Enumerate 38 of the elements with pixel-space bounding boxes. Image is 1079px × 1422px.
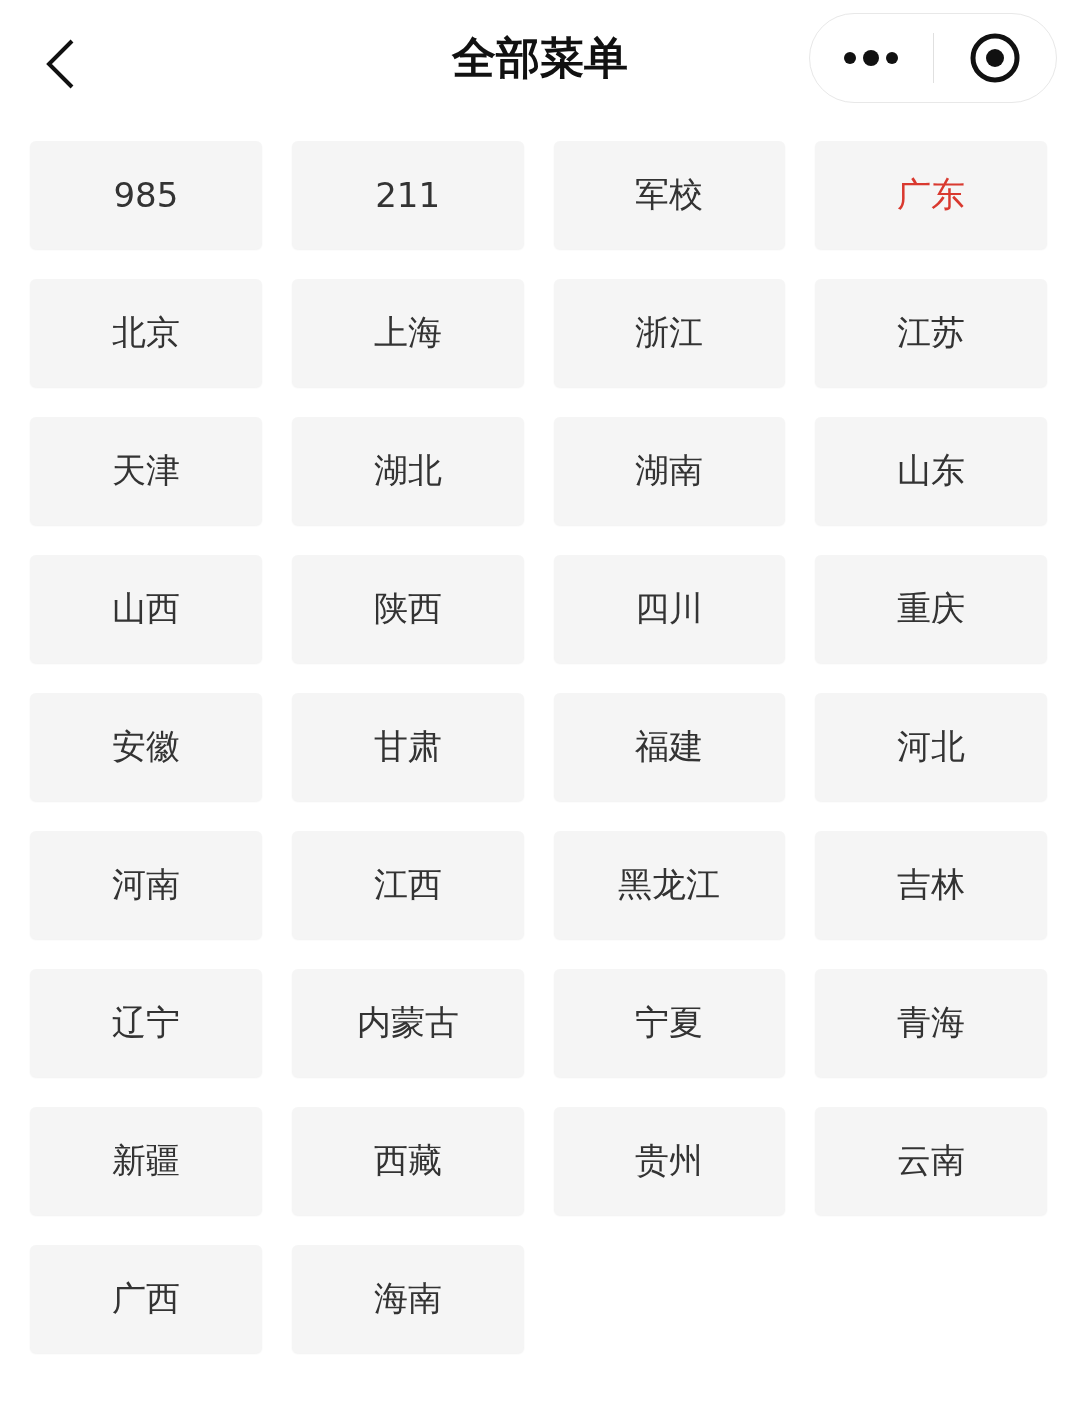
menu-item[interactable]: 宁夏 <box>553 969 786 1077</box>
menu-item[interactable]: 山东 <box>815 417 1047 525</box>
menu-item[interactable]: 福建 <box>553 693 786 801</box>
more-icon <box>843 48 900 68</box>
menu-item[interactable]: 吉林 <box>815 831 1047 939</box>
page-title: 全部菜单 <box>451 30 628 85</box>
menu-item[interactable]: 甘肃 <box>291 693 524 801</box>
menu-item[interactable]: 安徽 <box>30 693 262 801</box>
menu-item[interactable]: 湖南 <box>553 417 786 525</box>
menu-item[interactable]: 海南 <box>291 1245 524 1353</box>
menu-item[interactable]: 浙江 <box>553 279 786 387</box>
menu-item[interactable]: 江苏 <box>815 279 1047 387</box>
menu-item[interactable]: 西藏 <box>291 1107 524 1215</box>
menu-item[interactable]: 河北 <box>815 693 1047 801</box>
menu-item[interactable]: 四川 <box>553 555 786 663</box>
menu-item[interactable]: 军校 <box>553 141 786 249</box>
target-icon <box>968 32 1021 84</box>
menu-item[interactable]: 新疆 <box>30 1107 262 1215</box>
back-icon[interactable] <box>44 38 76 90</box>
menu-item[interactable]: 广西 <box>30 1245 262 1353</box>
menu-item[interactable]: 重庆 <box>815 555 1047 663</box>
menu-item[interactable]: 河南 <box>30 831 262 939</box>
menu-item[interactable]: 陕西 <box>291 555 524 663</box>
menu-item[interactable]: 北京 <box>30 279 262 387</box>
menu-item[interactable]: 黑龙江 <box>553 831 786 939</box>
menu-item[interactable]: 内蒙古 <box>291 969 524 1077</box>
menu-item[interactable]: 上海 <box>291 279 524 387</box>
menu-item[interactable]: 天津 <box>30 417 262 525</box>
menu-item[interactable]: 青海 <box>815 969 1047 1077</box>
menu-item[interactable]: 云南 <box>815 1107 1047 1215</box>
menu-item[interactable]: 江西 <box>291 831 524 939</box>
menu-item[interactable]: 211 <box>291 141 524 249</box>
menu-item[interactable]: 山西 <box>30 555 262 663</box>
menu-item[interactable]: 贵州 <box>553 1107 786 1215</box>
menu-item[interactable]: 湖北 <box>291 417 524 525</box>
menu-item[interactable]: 辽宁 <box>30 969 262 1077</box>
menu-item[interactable]: 广东 <box>815 141 1047 249</box>
menu-item[interactable]: 985 <box>30 141 262 249</box>
